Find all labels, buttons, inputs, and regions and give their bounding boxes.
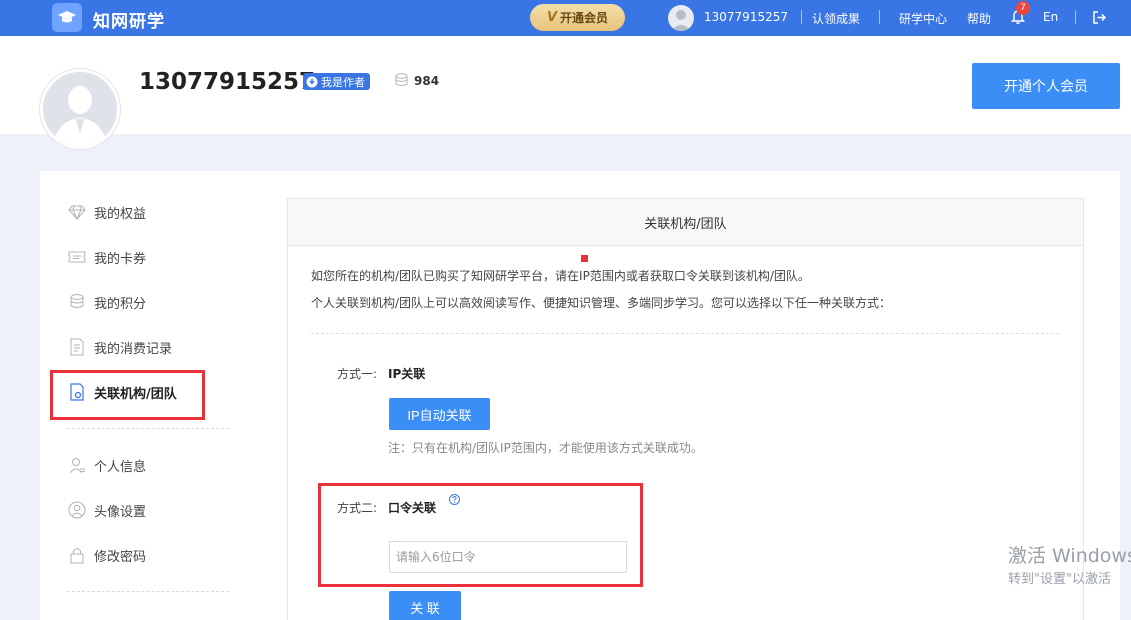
highlight-box-sidebar (50, 370, 205, 420)
ip-auto-link-button[interactable]: IP自动关联 (389, 398, 490, 430)
cursor-marker (581, 255, 588, 262)
profile-header: 13077915257 我是作者 984 开通个人会员 (0, 36, 1131, 149)
sidebar-item-benefits[interactable]: 我的权益 (68, 200, 238, 224)
profile-avatar[interactable] (40, 69, 120, 149)
sidebar-item-label: 修改密码 (94, 549, 147, 565)
method1-title: IP关联 (388, 367, 426, 381)
top-navbar: 知网研学 V 开通会员 13077915257 认领成果 研学中心 帮助 7 E… (0, 0, 1131, 36)
highlight-box-code-method (318, 483, 643, 587)
sidebar-item-label: 头像设置 (94, 504, 147, 520)
user-phone[interactable]: 13077915257 (704, 10, 788, 24)
brand-name[interactable]: 知网研学 (93, 7, 165, 32)
account-content-card: 我的权益 我的卡券 我的积分 我的消费记录 关联机构/团队 个人信息 头像设置 … (40, 171, 1120, 620)
help-link[interactable]: 帮助 (967, 10, 991, 27)
sidebar-item-change-password[interactable]: 修改密码 (68, 543, 238, 567)
intro-text-2: 个人关联到机构/团队上可以高效阅读写作、便捷知识管理、多端同步学习。您可以选择以… (311, 296, 892, 310)
claim-results-link[interactable]: 认领成果 (812, 10, 860, 27)
sidebar-item-label: 我的消费记录 (94, 341, 173, 357)
nav-separator (1075, 10, 1076, 24)
sidebar-divider (67, 591, 229, 592)
lock-icon (70, 548, 84, 564)
intro-text-1: 如您所在的机构/团队已购买了知网研学平台，请在IP范围内或者获取口令关联到该机构… (311, 269, 810, 283)
section-divider (311, 333, 1059, 334)
sidebar-item-label: 我的积分 (94, 296, 147, 312)
open-vip-button[interactable]: V 开通会员 (530, 4, 625, 31)
open-personal-vip-button[interactable]: 开通个人会员 (972, 63, 1120, 109)
user-icon (69, 458, 85, 474)
document-list-icon (70, 338, 84, 356)
logout-icon[interactable] (1092, 10, 1107, 25)
method1-label: 方式一: (337, 367, 378, 381)
points-coin-icon (395, 73, 408, 87)
ticket-icon (68, 251, 86, 263)
vip-icon: V (546, 10, 558, 25)
coins-icon (70, 294, 84, 308)
windows-activation-watermark-subtitle: 转到"设置"以激活 (1008, 572, 1111, 587)
sidebar-item-coupons[interactable]: 我的卡券 (68, 245, 238, 269)
panel-title: 关联机构/团队 (288, 199, 1083, 246)
nav-separator (801, 10, 802, 24)
avatar-circle-icon (68, 501, 86, 519)
points-value: 984 (414, 74, 440, 88)
notification-count-badge: 7 (1016, 1, 1030, 15)
method1-note: 注：只有在机构/团队IP范围内，才能使用该方式关联成功。 (388, 441, 703, 455)
sidebar-item-label: 我的权益 (94, 206, 147, 222)
windows-activation-watermark-title: 激活 Windows (1008, 545, 1131, 567)
sidebar-item-purchase-history[interactable]: 我的消费记录 (68, 335, 238, 359)
diamond-icon (68, 205, 86, 221)
sidebar-divider (67, 428, 229, 429)
link-institution-panel: 关联机构/团队 如您所在的机构/团队已购买了知网研学平台，请在IP范围内或者获取… (287, 198, 1084, 620)
author-icon (306, 76, 318, 87)
sidebar-item-label: 我的卡券 (94, 251, 147, 267)
nav-separator (879, 10, 880, 24)
language-switch[interactable]: En (1043, 10, 1058, 24)
author-badge-label: 我是作者 (321, 75, 365, 89)
open-vip-label: 开通会员 (560, 11, 609, 25)
sidebar-item-avatar-settings[interactable]: 头像设置 (68, 498, 238, 522)
sidebar-item-personal-info[interactable]: 个人信息 (68, 453, 238, 477)
link-button[interactable]: 关 联 (389, 591, 461, 620)
research-center-link[interactable]: 研学中心 (899, 10, 947, 27)
user-avatar-icon[interactable] (668, 5, 694, 31)
brand-logo-icon[interactable] (52, 3, 82, 32)
profile-name: 13077915257 (139, 69, 316, 95)
sidebar-item-label: 个人信息 (94, 459, 147, 475)
author-badge[interactable]: 我是作者 (303, 73, 370, 90)
sidebar-item-points[interactable]: 我的积分 (68, 290, 238, 314)
